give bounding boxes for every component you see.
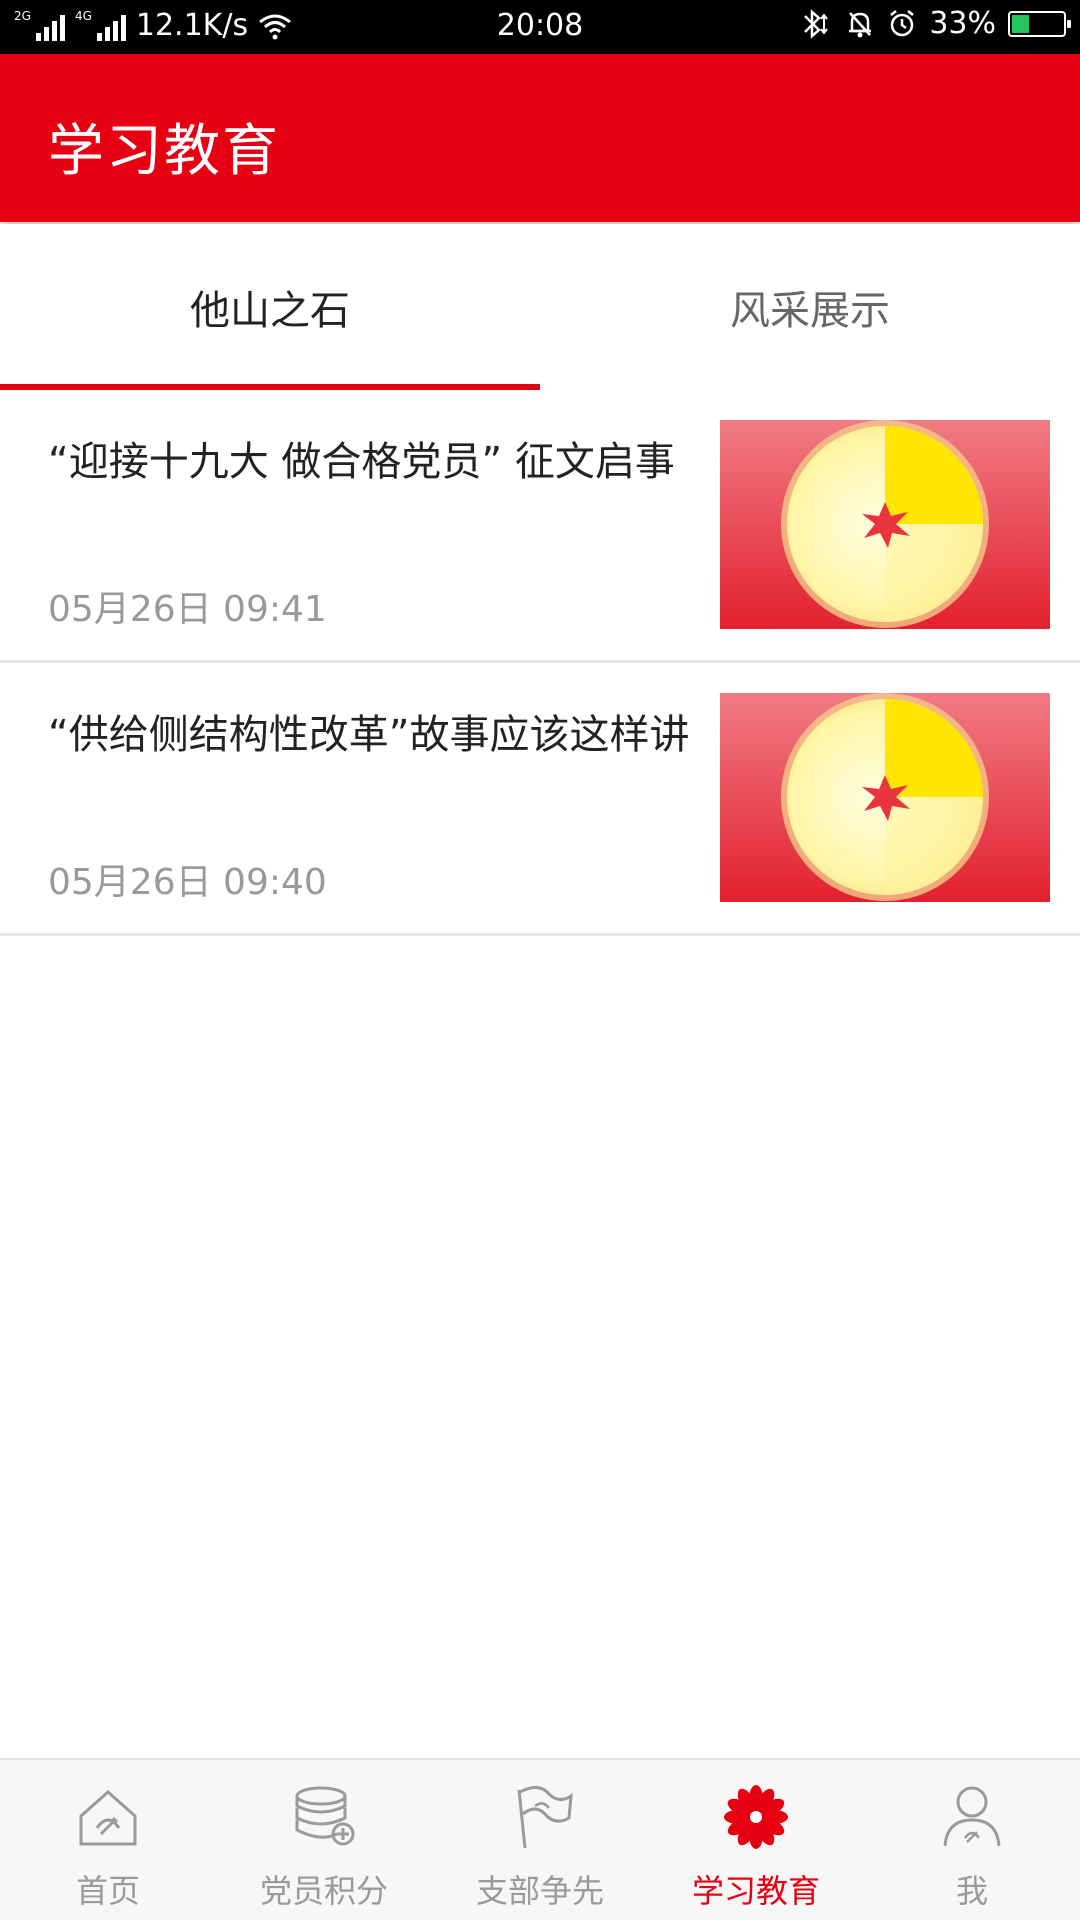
news-title: “迎接十九大 做合格党员” 征文启事 (48, 439, 675, 485)
bluetooth-icon (804, 8, 829, 39)
tab-tashanzhishi[interactable]: 他山之石 (0, 224, 540, 390)
news-title: “供给侧结构性改革”故事应该这样讲 (48, 712, 690, 758)
status-right: 33% (797, 6, 1071, 41)
tab-label: 风采展示 (730, 288, 890, 334)
page-title: 学习教育 (48, 119, 280, 184)
nav-branch[interactable]: 支部争先 (432, 1760, 648, 1920)
tab-fengcaizhanshi[interactable]: 风采展示 (540, 224, 1080, 390)
nav-home[interactable]: 首页 (0, 1760, 216, 1920)
nav-learning[interactable]: 学习教育 (648, 1760, 864, 1920)
status-bar: 2G 4G 12.1K/s 20:08 33% (0, 0, 1080, 54)
tab-label: 他山之石 (190, 288, 350, 334)
list-item[interactable]: “迎接十九大 做合格党员” 征文启事 05月26日 09:41 (0, 390, 1080, 663)
battery-percent: 33% (929, 6, 996, 41)
alarm-icon (890, 9, 915, 36)
list-item[interactable]: “供给侧结构性改革”故事应该这样讲 05月26日 09:40 (0, 663, 1080, 936)
news-time: 05月26日 09:40 (48, 862, 327, 903)
nav-label: 支部争先 (475, 1872, 604, 1910)
app-header: 学习教育 (0, 54, 1080, 222)
home-icon (79, 1789, 137, 1846)
flower-icon (724, 1785, 788, 1849)
party-emblem-thumbnail (720, 420, 1050, 629)
nav-label: 学习教育 (691, 1872, 820, 1910)
nav-points[interactable]: 党员积分 (216, 1760, 432, 1920)
points-stack-icon (295, 1786, 355, 1846)
news-list: “迎接十九大 做合格党员” 征文启事 05月26日 09:41 “供给侧结构性改… (0, 390, 1080, 936)
nav-label: 首页 (75, 1872, 140, 1910)
news-time: 05月26日 09:41 (48, 589, 327, 630)
nav-me[interactable]: 我 (864, 1760, 1080, 1920)
profile-icon (943, 1786, 1001, 1847)
nav-label: 党员积分 (259, 1872, 388, 1910)
mute-bell-icon (849, 11, 872, 37)
battery-icon (1008, 10, 1071, 37)
tab-bar: 他山之石 风采展示 (0, 224, 1080, 390)
flag-icon (517, 1786, 573, 1849)
party-emblem-thumbnail (720, 693, 1050, 902)
nav-label: 我 (955, 1872, 988, 1910)
bottom-nav: 首页 党员积分 支部争先 学习教育 我 (0, 1758, 1080, 1920)
